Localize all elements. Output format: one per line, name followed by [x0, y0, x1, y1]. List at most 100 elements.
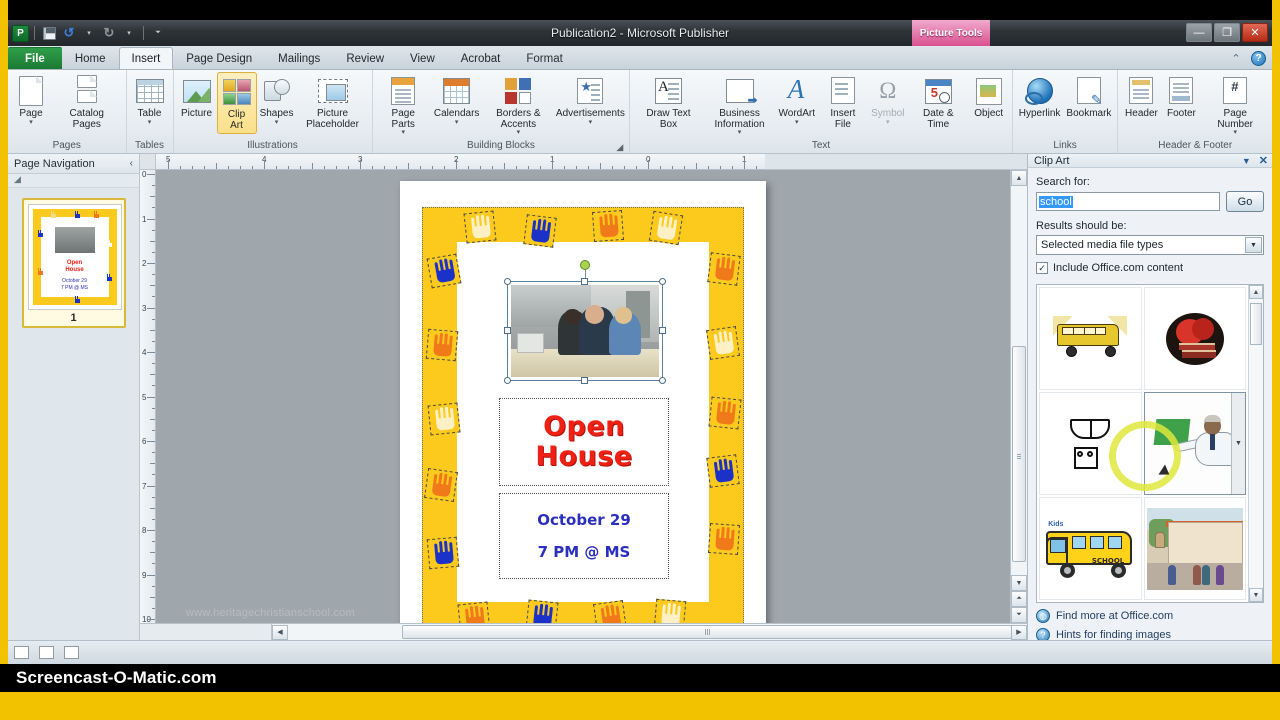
ribbon-button-borders-accents[interactable]: Borders & Accents ▾: [482, 72, 554, 138]
results-scroll-up-icon[interactable]: ▲: [1249, 285, 1263, 299]
redo-dropdown-icon[interactable]: ▾: [120, 24, 138, 42]
ribbon-button-wordart[interactable]: WordArt ▾: [776, 72, 818, 128]
tab-insert[interactable]: Insert: [119, 47, 174, 69]
handprint-clipart[interactable]: [428, 403, 461, 436]
results-scroll-thumb[interactable]: [1250, 303, 1262, 345]
ribbon-button-clip-art[interactable]: Clip Art: [217, 72, 257, 134]
ribbon-button-table[interactable]: Table ▾: [130, 72, 170, 128]
tab-home[interactable]: Home: [62, 47, 119, 69]
ribbon-button-page-number[interactable]: Page Number ▾: [1201, 72, 1269, 138]
clip-art-result-apple-books[interactable]: [1144, 287, 1247, 390]
media-types-select[interactable]: Selected media file types ▼: [1036, 235, 1264, 255]
find-more-at-office-link[interactable]: ◍ Find more at Office.com: [1036, 609, 1264, 623]
previous-page-icon[interactable]: ⏶: [1011, 591, 1027, 607]
ribbon-button-header[interactable]: Header: [1121, 72, 1161, 122]
resize-handle-nw[interactable]: [504, 278, 511, 285]
handprint-clipart[interactable]: [709, 397, 742, 430]
ribbon-button-date-time[interactable]: Date & Time: [908, 72, 969, 132]
handprint-clipart[interactable]: [523, 214, 556, 247]
ribbon-button-business-information[interactable]: Business Information ▾: [704, 72, 776, 138]
tab-mailings[interactable]: Mailings: [265, 47, 333, 69]
horizontal-scroll-track[interactable]: ◀ ▶: [272, 624, 1027, 640]
scroll-left-icon[interactable]: ◀: [272, 625, 288, 640]
flyer-background[interactable]: Open House October 29 7 PM @ MS: [422, 207, 744, 623]
handprint-clipart[interactable]: [427, 537, 460, 570]
clip-art-result-yellow-school-bus-kids[interactable]: KidsSCHOOL: [1039, 497, 1142, 600]
save-icon[interactable]: [40, 24, 58, 42]
minimize-ribbon-icon[interactable]: ⌃: [1229, 52, 1243, 66]
tab-acrobat[interactable]: Acrobat: [448, 47, 514, 69]
include-office-content-row[interactable]: ✓ Include Office.com content: [1036, 262, 1264, 274]
ribbon-button-picture-placeholder[interactable]: Picture Placeholder: [297, 72, 369, 132]
tab-format[interactable]: Format: [513, 47, 575, 69]
handprint-clipart[interactable]: [593, 600, 627, 623]
ribbon-button-object[interactable]: Object: [969, 72, 1009, 122]
clip-art-result-school-bus[interactable]: [1039, 287, 1142, 390]
resize-handle-sw[interactable]: [504, 377, 511, 384]
ribbon-button-catalog-pages[interactable]: Catalog Pages: [51, 72, 123, 132]
resize-handle-n[interactable]: [581, 278, 588, 285]
restore-button[interactable]: ❐: [1214, 23, 1240, 42]
resize-handle-w[interactable]: [504, 327, 511, 334]
include-office-checkbox[interactable]: ✓: [1036, 262, 1048, 274]
vertical-ruler[interactable]: 01234567891011: [140, 170, 156, 623]
handprint-clipart[interactable]: [424, 468, 458, 502]
event-text-box[interactable]: October 29 7 PM @ MS: [499, 493, 669, 579]
status-zoom-icon[interactable]: [64, 646, 79, 659]
resize-handle-s[interactable]: [581, 377, 588, 384]
next-page-icon[interactable]: ⏷: [1011, 607, 1027, 623]
handprint-clipart[interactable]: [654, 599, 687, 623]
headline-text-box[interactable]: Open House: [499, 398, 669, 486]
chevron-down-icon[interactable]: ▼: [1245, 237, 1262, 253]
ribbon-button-page[interactable]: Page ▾: [11, 72, 51, 128]
ribbon-button-bookmark[interactable]: Bookmark: [1063, 72, 1114, 122]
clip-art-result-school-building-students[interactable]: [1144, 497, 1247, 600]
go-button[interactable]: Go: [1226, 191, 1264, 212]
canvas-vertical-scrollbar[interactable]: ▲ ▼ ⏶ ⏷: [1010, 170, 1027, 623]
building-blocks-dialog-launcher-icon[interactable]: ◢: [616, 142, 626, 152]
help-icon[interactable]: ?: [1251, 51, 1266, 66]
publication-page[interactable]: Open House October 29 7 PM @ MS: [400, 181, 766, 623]
ribbon-button-footer[interactable]: Footer: [1161, 72, 1201, 122]
ribbon-button-symbol[interactable]: Ω Symbol ▾: [868, 72, 908, 128]
customize-qat-icon[interactable]: ⏷: [149, 24, 167, 42]
horizontal-scroll-thumb[interactable]: [402, 625, 1012, 639]
ribbon-button-calendars[interactable]: Calendars ▾: [431, 72, 482, 128]
document-canvas[interactable]: Open House October 29 7 PM @ MS www.he: [156, 170, 1010, 623]
handprint-clipart[interactable]: [427, 254, 462, 289]
results-scrollbar[interactable]: ▲ ▼: [1248, 285, 1263, 602]
minimize-button[interactable]: —: [1186, 23, 1212, 42]
handprint-clipart[interactable]: [464, 211, 497, 244]
ribbon-button-shapes[interactable]: Shapes ▾: [257, 72, 297, 128]
resize-handle-ne[interactable]: [659, 278, 666, 285]
resize-handle-e[interactable]: [659, 327, 666, 334]
ribbon-button-hyperlink[interactable]: Hyperlink: [1016, 72, 1064, 122]
clip-art-result-open-book-character[interactable]: [1039, 392, 1142, 495]
scroll-right-icon[interactable]: ▶: [1011, 625, 1027, 640]
ribbon-button-picture[interactable]: Picture: [177, 72, 217, 122]
results-scroll-track[interactable]: [1249, 299, 1263, 588]
tab-view[interactable]: View: [397, 47, 448, 69]
undo-icon[interactable]: ↺: [60, 24, 78, 42]
status-page-icon[interactable]: [14, 646, 29, 659]
handprint-clipart[interactable]: [706, 454, 739, 487]
handprint-clipart[interactable]: [649, 211, 683, 245]
chevron-down-icon[interactable]: ▼: [1242, 156, 1251, 166]
handprint-clipart[interactable]: [706, 326, 740, 360]
handprint-clipart[interactable]: [707, 252, 740, 285]
undo-dropdown-icon[interactable]: ▾: [80, 24, 98, 42]
tab-review[interactable]: Review: [333, 47, 397, 69]
redo-icon[interactable]: ↻: [100, 24, 118, 42]
vertical-scroll-track[interactable]: [1011, 186, 1027, 575]
rotate-handle[interactable]: [580, 260, 590, 270]
tab-page-design[interactable]: Page Design: [173, 47, 265, 69]
handprint-clipart[interactable]: [592, 210, 624, 242]
search-input[interactable]: school: [1036, 192, 1220, 211]
handprint-clipart[interactable]: [708, 523, 740, 555]
vertical-scroll-thumb[interactable]: [1012, 346, 1026, 562]
scroll-up-icon[interactable]: ▲: [1011, 170, 1027, 186]
handprint-clipart[interactable]: [526, 600, 559, 623]
page-thumbnail-item[interactable]: OpenHouse October 297 PM @ MS 1: [22, 198, 126, 328]
clip-art-result-teacher-chalkboard[interactable]: ▼: [1144, 392, 1247, 495]
handprint-clipart[interactable]: [426, 329, 459, 362]
